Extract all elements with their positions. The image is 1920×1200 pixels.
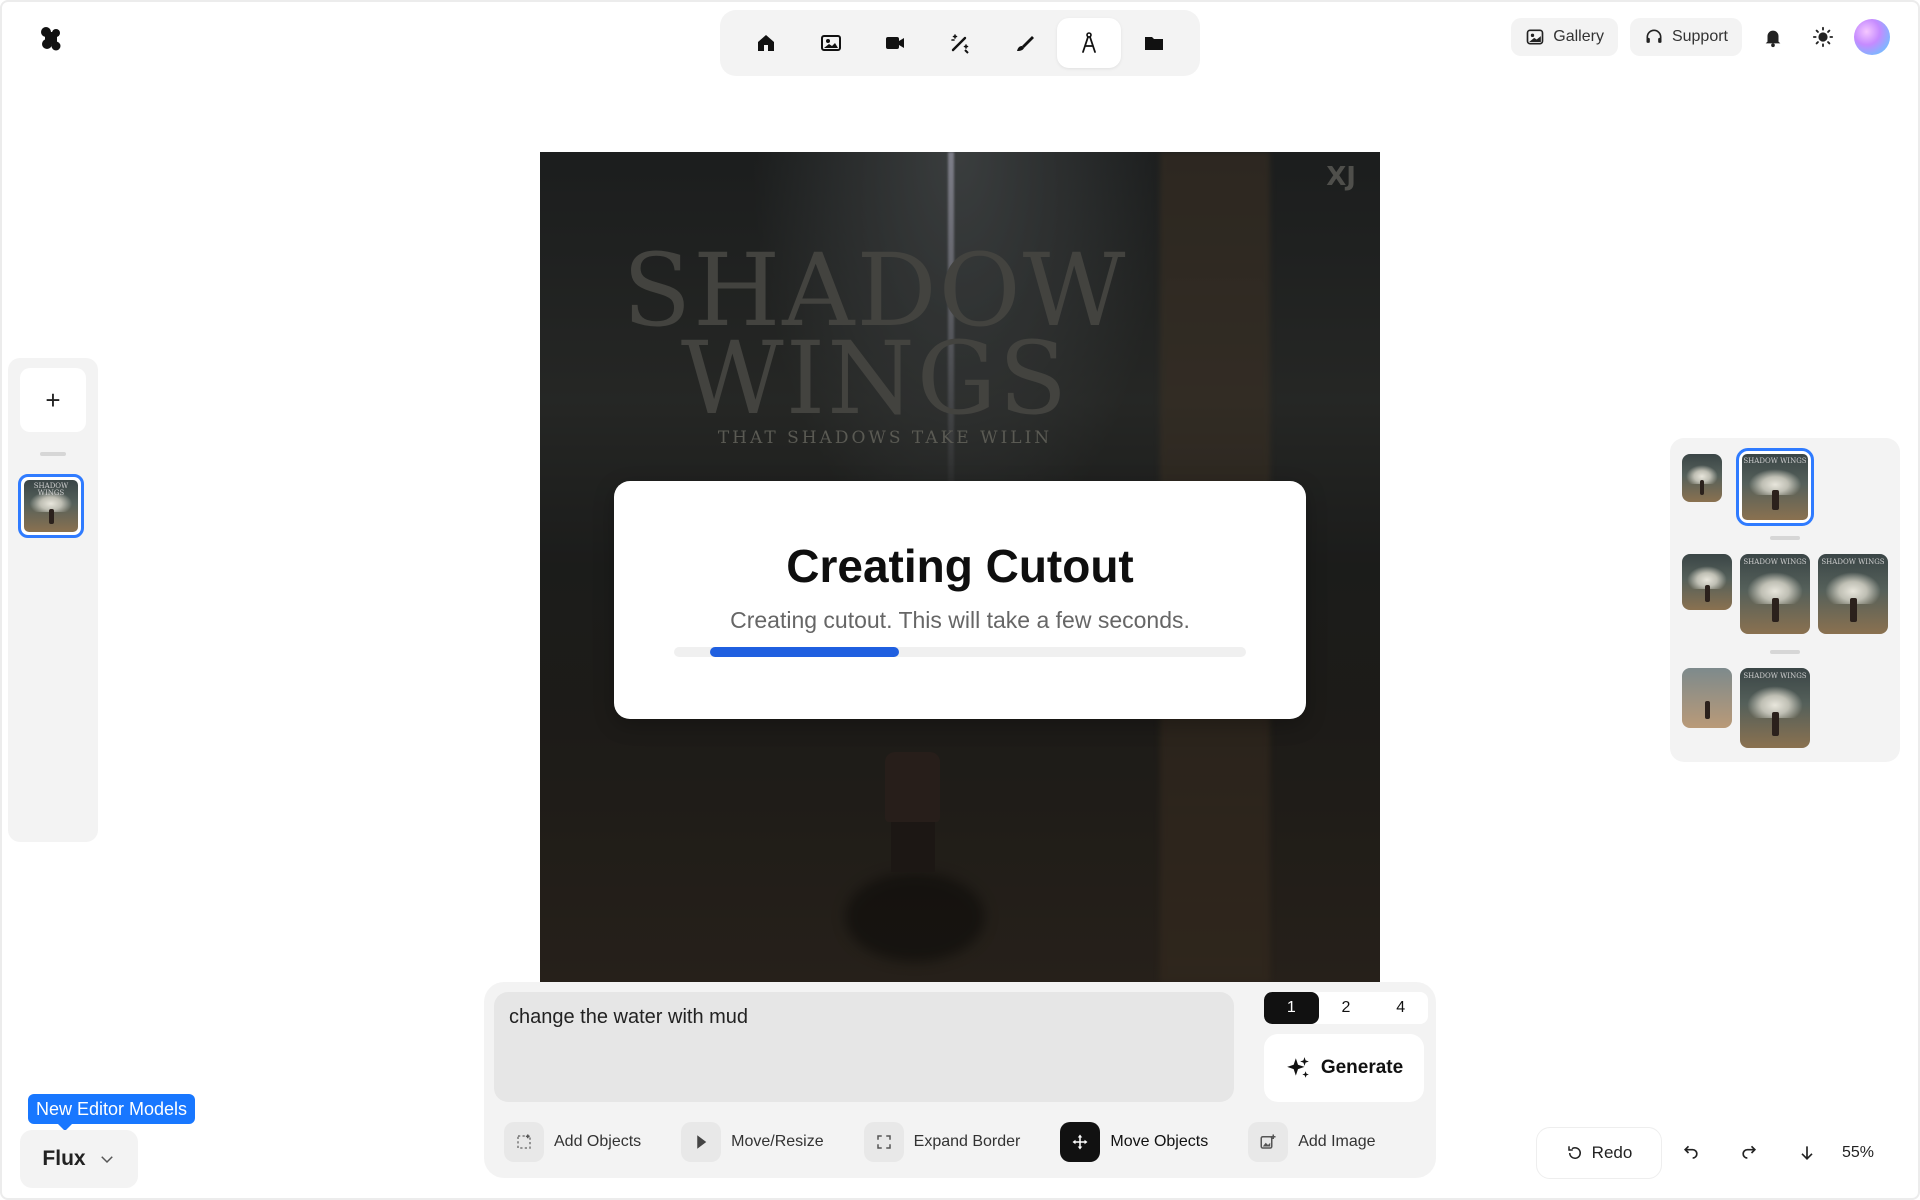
modal-message: Creating cutout. This will take a few se… <box>730 607 1190 633</box>
nav-home[interactable] <box>734 18 798 68</box>
nav-folder[interactable] <box>1122 18 1186 68</box>
notifications-button[interactable] <box>1754 18 1792 56</box>
zoom-level[interactable]: 55% <box>1842 1144 1874 1162</box>
plus-icon: + <box>45 384 61 415</box>
nav-magic[interactable] <box>928 18 992 68</box>
add-image-icon <box>1260 1134 1276 1149</box>
gallery-button[interactable]: Gallery <box>1511 18 1618 56</box>
model-selected-label: Flux <box>42 1147 86 1170</box>
left-layers-panel: + SHADOW WINGS <box>8 358 98 842</box>
count-option-4[interactable]: 4 <box>1373 992 1428 1024</box>
history-thumbnail[interactable] <box>1682 454 1722 502</box>
cursor-icon <box>697 1135 707 1149</box>
history-panel: SHADOW WINGS SHADOW WINGS SHADOW WINGS S… <box>1670 438 1900 762</box>
download-button[interactable] <box>1778 1128 1836 1178</box>
model-selector[interactable]: Flux <box>20 1130 138 1188</box>
sparkles-icon <box>1286 1057 1309 1078</box>
tool-add-image[interactable]: Add Image <box>1248 1122 1376 1162</box>
app-logo[interactable] <box>40 26 62 52</box>
chevron-down-icon <box>100 1156 113 1164</box>
history-divider <box>1770 650 1800 654</box>
panel-divider <box>40 452 66 456</box>
bell-icon <box>1765 30 1781 48</box>
brush-icon <box>1016 36 1034 51</box>
tool-add-objects[interactable]: Add Objects <box>504 1122 641 1162</box>
support-button[interactable]: Support <box>1629 18 1742 56</box>
cutout-progress-modal: Creating Cutout Creating cutout. This wi… <box>614 481 1306 719</box>
history-thumbnail[interactable]: SHADOW WINGS <box>1740 668 1810 748</box>
top-nav <box>720 10 1200 76</box>
history-divider <box>1770 536 1800 540</box>
redo-icon <box>1742 1145 1757 1159</box>
history-thumbnail[interactable]: SHADOW WINGS <box>1818 554 1888 634</box>
nav-image[interactable] <box>799 18 863 68</box>
prompt-panel: 1 2 4 Generate Add Objects Move/Resize E… <box>484 982 1436 1178</box>
new-models-badge: New Editor Models <box>28 1094 196 1131</box>
video-icon <box>886 37 905 49</box>
top-right-bar: Gallery Support <box>1511 18 1890 56</box>
home-icon <box>758 35 774 51</box>
tool-move-objects[interactable]: Move Objects <box>1060 1122 1208 1162</box>
history-thumbnail-selected[interactable]: SHADOW WINGS <box>1736 448 1814 526</box>
generate-button[interactable]: Generate <box>1264 1034 1424 1102</box>
theme-toggle[interactable] <box>1804 18 1842 56</box>
canvas-controls: Redo 55% <box>1536 1127 1906 1179</box>
count-option-1[interactable]: 1 <box>1264 992 1319 1024</box>
compass-icon <box>1082 32 1097 53</box>
nav-video[interactable] <box>863 18 927 68</box>
tool-bar: Add Objects Move/Resize Expand Border Mo… <box>504 1122 1416 1162</box>
undo-icon <box>1683 1145 1698 1159</box>
user-avatar[interactable] <box>1854 19 1890 55</box>
redo-button[interactable]: Redo <box>1536 1127 1662 1179</box>
redo-label: Redo <box>1591 1143 1633 1162</box>
tool-expand-border[interactable]: Expand Border <box>863 1122 1020 1162</box>
layer-thumbnail[interactable]: SHADOW WINGS <box>18 474 84 538</box>
image-icon <box>820 35 841 51</box>
headset-icon <box>1646 29 1662 43</box>
count-option-2[interactable]: 2 <box>1319 992 1374 1024</box>
magic-wand-icon <box>951 34 969 54</box>
undo-button[interactable] <box>1662 1128 1720 1178</box>
modal-title: Creating Cutout <box>786 540 1134 592</box>
nav-edit[interactable] <box>1057 18 1122 68</box>
progress-bar <box>674 647 1246 657</box>
folder-icon <box>1144 37 1163 50</box>
support-label: Support <box>1671 28 1728 45</box>
nav-draw[interactable] <box>993 18 1057 68</box>
history-thumbnail[interactable] <box>1682 554 1732 610</box>
add-layer-button[interactable]: + <box>20 368 86 432</box>
history-thumbnail[interactable]: SHADOW WINGS <box>1740 554 1810 634</box>
arrow-down-icon <box>1801 1146 1813 1161</box>
redo-arrow-button[interactable] <box>1720 1128 1778 1178</box>
progress-fill <box>710 647 899 657</box>
history-thumbnail[interactable] <box>1682 668 1732 728</box>
generate-label: Generate <box>1320 1057 1404 1078</box>
thumbnail-image: SHADOW WINGS <box>24 480 78 532</box>
rotate-ccw-icon <box>1567 1146 1581 1159</box>
prompt-input[interactable] <box>494 992 1234 1102</box>
add-objects-icon <box>517 1134 531 1149</box>
logo-icon <box>41 27 61 51</box>
expand-icon <box>876 1135 891 1149</box>
sun-icon <box>1812 26 1834 48</box>
gallery-label: Gallery <box>1553 28 1604 45</box>
tool-move-resize[interactable]: Move/Resize <box>681 1122 824 1162</box>
move-icon <box>1072 1134 1088 1150</box>
image-count-selector: 1 2 4 <box>1264 992 1428 1024</box>
gallery-icon <box>1526 29 1544 45</box>
